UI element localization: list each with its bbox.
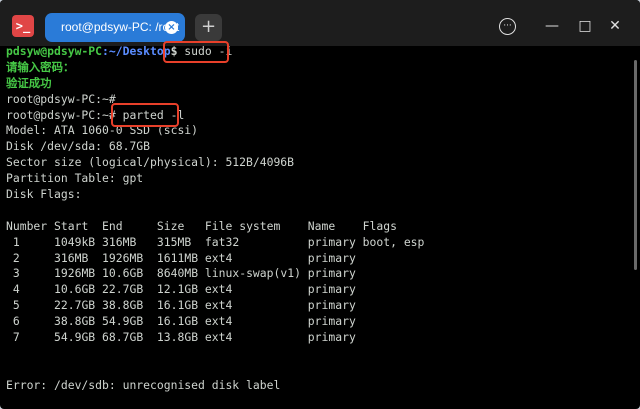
table-header-cell: File system — [204, 218, 308, 233]
partition-row: 2 316MB 1926MB 1611MB ext4 primary — [6, 251, 634, 267]
sector-size: Sector size (logical/physical): 512B/409… — [6, 155, 295, 170]
prompt-line-1: pdsyw@pdsyw-PC:~/Desktop$ sudo -i — [6, 44, 634, 60]
title-bar: >_ root@pdsyw-PC: /root × + ··· — □ ✕ — [0, 0, 640, 46]
partition-cell-num: 2 — [6, 250, 55, 265]
partition-cell-end: 54.9GB — [102, 314, 157, 329]
terminal-window: >_ root@pdsyw-PC: /root × + ··· — □ ✕ pd… — [0, 0, 640, 409]
auth-success: 验证成功 — [6, 75, 52, 90]
partition-cell-start: 22.7GB — [54, 298, 103, 313]
partition-cell-end: 38.8GB — [102, 298, 157, 313]
partition-cell-end: 1926MB — [102, 250, 157, 265]
partition-cell-num: 7 — [6, 330, 55, 345]
disk-flags: Disk Flags: — [6, 187, 82, 202]
partition-cell-end: 10.6GB — [102, 266, 157, 281]
partition-cell-name: primary — [307, 250, 363, 265]
partition-cell-start: 1926MB — [54, 266, 103, 281]
scrollbar[interactable] — [634, 60, 637, 270]
partition-cell-end: 68.7GB — [102, 330, 157, 345]
partition-cell-name: primary — [307, 330, 363, 345]
partition-cell-name: primary — [307, 298, 363, 313]
partition-cell-end: 316MB — [102, 234, 157, 249]
table-header-cell: End — [102, 218, 157, 233]
partition-row: 6 38.8GB 54.9GB 16.1GB ext4 primary — [6, 314, 634, 330]
highlight-box-sudo — [163, 41, 229, 63]
tab-title: root@pdsyw-PC: /root — [61, 20, 180, 34]
partition-cell-name: primary — [307, 314, 363, 329]
partition-row: 4 10.6GB 22.7GB 12.1GB ext4 primary — [6, 282, 634, 298]
error-message: Error: /dev/sdb: unrecognised disk label — [6, 377, 281, 392]
highlight-box-parted — [111, 103, 179, 127]
partition-cell-start: 316MB — [54, 250, 103, 265]
partition-cell-end: 22.7GB — [102, 282, 157, 297]
partition-row: 1 1049kB 316MB 315MB fat32 primary boot,… — [6, 235, 634, 251]
prompt-user: pdsyw@pdsyw-PC — [6, 44, 103, 58]
partition-cell-fs: ext4 — [204, 330, 308, 345]
disk-model: Model: ATA 1060-0 SSD (scsi) — [6, 123, 199, 138]
partition-cell-num: 4 — [6, 282, 55, 297]
partition-cell-name: primary — [307, 282, 363, 297]
partition-cell-num: 3 — [6, 266, 55, 281]
partition-cell-name: primary — [307, 266, 363, 281]
table-header-cell: Number — [6, 218, 55, 233]
tab-close-icon[interactable]: × — [165, 21, 178, 34]
menu-button[interactable]: ··· — [499, 18, 516, 35]
maximize-button[interactable]: □ — [576, 17, 594, 35]
terminal-output[interactable]: pdsyw@pdsyw-PC:~/Desktop$ sudo -i 请输入密码：… — [6, 44, 634, 404]
partition-cell-size: 1611MB — [156, 250, 205, 265]
table-header-cell: Size — [156, 218, 205, 233]
partition-cell-size: 16.1GB — [156, 314, 205, 329]
partition-cell-num: 1 — [6, 234, 55, 249]
prompt-line-2: root@pdsyw-PC:~# parted -l — [6, 108, 634, 124]
table-header: Number Start End Size File system Name F… — [6, 219, 634, 235]
table-header-cell: Name — [307, 218, 363, 233]
prompt-path: :~/Desktop — [102, 44, 171, 58]
partition-cell-fs: ext4 — [204, 298, 308, 313]
partition-cell-num: 5 — [6, 298, 55, 313]
partition-cell-start: 54.9GB — [54, 330, 103, 345]
partition-cell-num: 6 — [6, 314, 55, 329]
table-header-cell: Flags — [362, 218, 397, 233]
partition-row: 5 22.7GB 38.8GB 16.1GB ext4 primary — [6, 298, 634, 314]
partition-cell-fs: ext4 — [204, 314, 308, 329]
partition-row: 3 1926MB 10.6GB 8640MB linux-swap(v1) pr… — [6, 266, 634, 282]
partition-cell-size: 16.1GB — [156, 298, 205, 313]
password-prompt: 请输入密码： — [6, 59, 75, 74]
tab-root-terminal[interactable]: root@pdsyw-PC: /root × — [45, 13, 185, 42]
partition-cell-fs: ext4 — [204, 282, 308, 297]
partition-cell-start: 1049kB — [54, 234, 103, 249]
partition-cell-size: 13.8GB — [156, 330, 205, 345]
root-prompt: root@pdsyw-PC:~# — [6, 107, 116, 122]
partition-cell-start: 10.6GB — [54, 282, 103, 297]
partition-cell-size: 315MB — [156, 234, 205, 249]
partition-row: 7 54.9GB 68.7GB 13.8GB ext4 primary — [6, 330, 634, 346]
partition-cell-size: 8640MB — [156, 266, 205, 281]
add-tab-button[interactable]: + — [195, 14, 222, 41]
root-prompt-line: root@pdsyw-PC:~# — [6, 91, 116, 106]
partition-cell-fs: fat32 — [204, 234, 308, 249]
disk-size: Disk /dev/sda: 68.7GB — [6, 139, 151, 154]
partition-cell-name: primary — [307, 234, 363, 249]
partition-cell-start: 38.8GB — [54, 314, 103, 329]
terminal-app-icon: >_ — [12, 15, 34, 37]
close-button[interactable]: ✕ — [606, 17, 624, 35]
partition-cell-fs: linux-swap(v1) — [204, 266, 308, 281]
table-header-cell: Start — [54, 218, 103, 233]
partition-cell-flags: boot, esp — [362, 234, 425, 249]
minimize-button[interactable]: — — [543, 17, 561, 35]
partition-cell-size: 12.1GB — [156, 282, 205, 297]
partition-table-listing: Number Start End Size File system Name F… — [6, 219, 634, 346]
partition-cell-fs: ext4 — [204, 250, 308, 265]
partition-table: Partition Table: gpt — [6, 171, 144, 186]
